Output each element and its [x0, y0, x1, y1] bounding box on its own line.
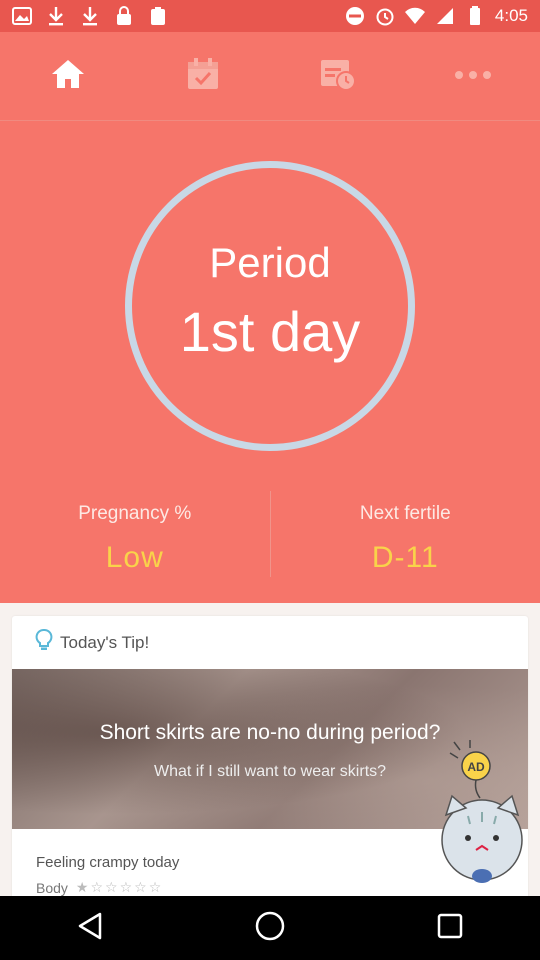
- star-icon: ☆: [105, 879, 118, 895]
- recents-icon: [437, 913, 463, 944]
- fertile-label: Next fertile: [359, 503, 451, 524]
- schedule-icon: [319, 56, 357, 97]
- fertile-stat: Next fertile D-11: [271, 491, 540, 577]
- home-icon: [50, 58, 86, 95]
- pregnancy-stat: Pregnancy % Low: [0, 491, 270, 577]
- back-icon: [77, 912, 103, 945]
- clock-time: 4:05: [494, 6, 528, 25]
- signal-icon: [435, 6, 455, 26]
- wifi-icon: [404, 6, 425, 26]
- star-icon: ★: [75, 879, 89, 895]
- cycle-day: 1st day: [179, 300, 361, 363]
- cycle-ring[interactable]: Period 1st day: [125, 161, 415, 451]
- feeling-title: Feeling crampy today: [36, 854, 180, 871]
- cycle-phase: Period: [209, 239, 331, 286]
- home-button[interactable]: [240, 898, 300, 958]
- star-icon: ☆: [148, 879, 162, 895]
- clipboard-icon: [148, 6, 168, 26]
- star-icon: ☆: [134, 879, 147, 895]
- home-circle-icon: [254, 910, 286, 947]
- star-icon: ☆: [119, 879, 133, 895]
- image-icon: [12, 6, 32, 26]
- fertile-value: D-11: [371, 541, 439, 574]
- alarm-icon: [375, 6, 395, 26]
- cycle-summary: Period 1st day Pregnancy % Low Next fert…: [0, 121, 540, 603]
- lightbulb-icon: [34, 629, 54, 656]
- battery-icon: [465, 6, 485, 26]
- recents-button[interactable]: [420, 898, 480, 958]
- tab-schedule[interactable]: [270, 32, 405, 120]
- star-rating: ★ ☆ ☆ ☆ ☆ ☆: [76, 879, 161, 896]
- more-icon: [454, 67, 492, 85]
- top-nav: [0, 32, 540, 121]
- download-icon: [46, 6, 66, 26]
- tip-header-label: Today's Tip!: [60, 632, 150, 652]
- system-nav-bar: [0, 896, 540, 960]
- tip-header: Today's Tip!: [12, 616, 528, 669]
- back-button[interactable]: [60, 898, 120, 958]
- tab-home[interactable]: [0, 32, 135, 120]
- stats-row: Pregnancy % Low Next fertile D-11: [0, 491, 540, 577]
- tab-more[interactable]: [405, 32, 540, 120]
- do-not-disturb-icon: [345, 6, 365, 26]
- tab-calendar[interactable]: [135, 32, 270, 120]
- feeling-rating-row: Body ★ ☆ ☆ ☆ ☆ ☆: [36, 879, 161, 896]
- star-icon: ☆: [90, 879, 104, 895]
- pregnancy-label: Pregnancy %: [78, 503, 192, 524]
- download-icon: [80, 6, 100, 26]
- lock-icon: [114, 6, 134, 26]
- feeling-category: Body: [36, 879, 68, 896]
- status-bar: 4:05: [0, 0, 540, 32]
- calendar-check-icon: [186, 57, 220, 96]
- pregnancy-value: Low: [105, 541, 164, 574]
- ad-label: AD: [467, 760, 485, 774]
- ad-mascot[interactable]: AD: [436, 720, 528, 890]
